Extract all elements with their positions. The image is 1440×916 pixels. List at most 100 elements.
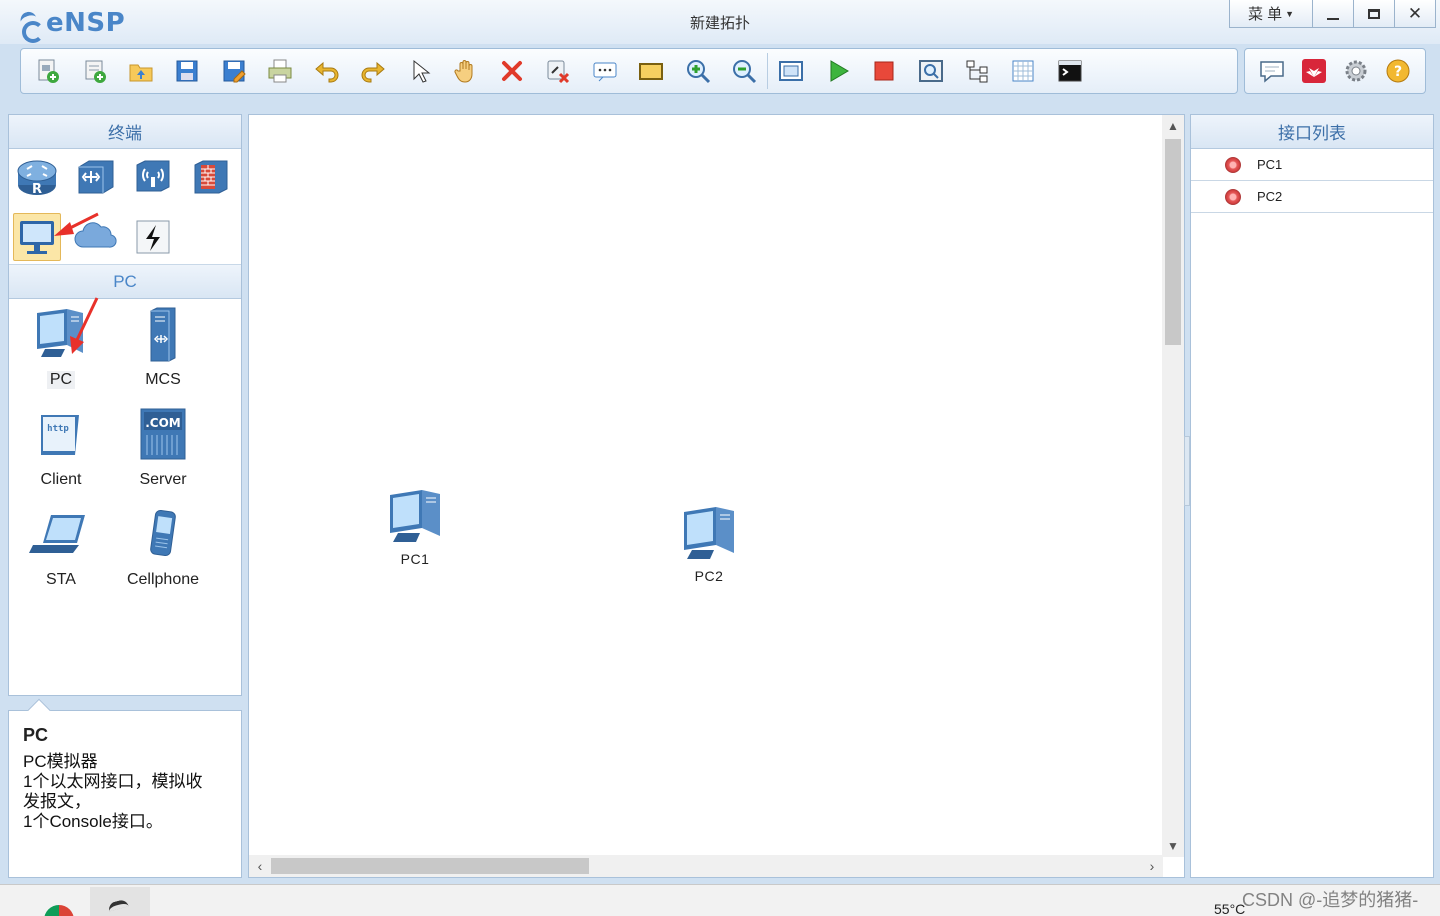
capture-button[interactable] xyxy=(907,49,953,93)
redo-button[interactable] xyxy=(350,49,396,93)
canvas-horizontal-scrollbar[interactable]: ‹ › xyxy=(249,855,1163,877)
menu-button[interactable]: 菜 单 ▼ xyxy=(1229,0,1313,28)
device-pc[interactable]: PC xyxy=(11,305,111,397)
chat-button[interactable] xyxy=(1251,49,1293,93)
device-subcategory-header: PC xyxy=(9,265,241,299)
help-button[interactable]: ? xyxy=(1377,49,1419,93)
svg-text:R: R xyxy=(32,182,42,197)
horizontal-scroll-thumb[interactable] xyxy=(271,858,589,874)
select-pointer-button[interactable] xyxy=(396,49,442,93)
start-device-icon xyxy=(830,60,849,82)
select-pointer-icon xyxy=(413,59,431,83)
mcs-device-icon xyxy=(150,307,176,362)
undo-button[interactable] xyxy=(303,49,349,93)
new-lab-icon xyxy=(85,60,106,83)
start-device-button[interactable] xyxy=(815,49,861,93)
category-firewall[interactable] xyxy=(187,153,235,201)
device-cellphone[interactable]: Cellphone xyxy=(113,505,213,597)
redo-icon xyxy=(361,61,385,83)
taskbar-ensp-button[interactable] xyxy=(90,887,150,916)
open-button[interactable] xyxy=(118,49,164,93)
device-panel-header: 终端 xyxy=(9,115,241,149)
minimize-icon xyxy=(1327,17,1339,20)
svg-text:.COM: .COM xyxy=(145,416,181,430)
rectangle-icon xyxy=(639,63,664,80)
vertical-scroll-thumb[interactable] xyxy=(1165,139,1181,345)
topology-canvas[interactable]: PC1 PC2 ▲ ▼ ‹ › xyxy=(248,114,1185,878)
interface-label: PC1 xyxy=(1257,157,1283,172)
capture-icon xyxy=(918,60,943,82)
os-taskbar: 55°C xyxy=(0,884,1440,916)
device-mcs[interactable]: MCS xyxy=(113,305,213,397)
scroll-down-icon[interactable]: ▼ xyxy=(1162,835,1184,857)
print-button[interactable] xyxy=(257,49,303,93)
grid-icon xyxy=(1012,60,1034,82)
topology-icon xyxy=(966,60,988,83)
stop-device-button[interactable] xyxy=(861,49,907,93)
help-icon: ? xyxy=(1386,59,1410,83)
scroll-right-icon[interactable]: › xyxy=(1141,855,1163,877)
interface-row-pc2[interactable]: PC2 xyxy=(1191,181,1433,213)
client-device-icon: http xyxy=(41,415,79,455)
ensp-taskbar-icon xyxy=(107,898,129,912)
sta-device-icon xyxy=(29,515,85,553)
node-label: PC1 xyxy=(400,551,430,567)
category-terminal[interactable] xyxy=(13,213,61,261)
device-description-panel: PC PC模拟器 1个以太网接口，模拟收 发报文， 1个Console接口。 xyxy=(8,698,242,878)
rectangle-button[interactable] xyxy=(628,49,674,93)
pan-hand-button[interactable] xyxy=(443,49,489,93)
settings-button[interactable] xyxy=(1335,49,1377,93)
close-button[interactable]: ✕ xyxy=(1394,0,1436,28)
zoom-out-button[interactable] xyxy=(721,49,767,93)
minimize-button[interactable] xyxy=(1312,0,1354,28)
firewall-icon xyxy=(194,160,228,194)
description-line: PC模拟器 xyxy=(23,752,98,771)
category-connection[interactable] xyxy=(129,213,177,261)
category-wlan[interactable] xyxy=(129,153,177,201)
save-button[interactable] xyxy=(164,49,210,93)
menu-dropdown-icon: ▼ xyxy=(1285,8,1295,19)
category-router[interactable]: R xyxy=(13,153,61,201)
text-label-icon xyxy=(593,62,617,82)
interface-label: PC2 xyxy=(1257,189,1283,204)
pan-hand-icon xyxy=(454,60,473,83)
connection-icon xyxy=(136,220,170,254)
pc-node-icon xyxy=(390,490,440,542)
canvas-vertical-scrollbar[interactable]: ▲ ▼ xyxy=(1162,115,1184,857)
new-lab-button[interactable] xyxy=(71,49,117,93)
device-client[interactable]: http Client xyxy=(11,405,111,497)
zoom-in-icon xyxy=(686,60,710,84)
taskbar-chrome-button[interactable] xyxy=(30,891,90,916)
grid-button[interactable] xyxy=(1000,49,1046,93)
interface-list-header: 接口列表 xyxy=(1191,115,1433,149)
delete-button[interactable] xyxy=(489,49,535,93)
delete-connection-button[interactable] xyxy=(535,49,581,93)
device-sta-label: STA xyxy=(46,571,76,588)
topology-node-pc2[interactable]: PC2 xyxy=(669,502,749,584)
device-sta[interactable]: STA xyxy=(11,505,111,597)
huawei-button[interactable] xyxy=(1293,49,1335,93)
topology-node-pc1[interactable]: PC1 xyxy=(375,485,455,567)
zoom-in-button[interactable] xyxy=(674,49,720,93)
text-label-button[interactable] xyxy=(582,49,628,93)
pc-node-icon xyxy=(684,507,734,559)
maximize-button[interactable] xyxy=(1353,0,1395,28)
scroll-up-icon[interactable]: ▲ xyxy=(1162,115,1184,137)
secondary-toolbar: ? xyxy=(1244,48,1426,94)
device-server[interactable]: .COM Server xyxy=(113,405,213,497)
console-button[interactable] xyxy=(1047,49,1093,93)
device-server-label: Server xyxy=(139,471,187,488)
category-switch[interactable] xyxy=(71,153,119,201)
topology-button[interactable] xyxy=(954,49,1000,93)
zoom-out-icon xyxy=(733,60,757,84)
save-as-button[interactable] xyxy=(211,49,257,93)
switch-icon xyxy=(78,160,114,194)
fit-view-button[interactable] xyxy=(768,49,814,93)
new-topology-icon xyxy=(38,59,60,83)
category-cloud[interactable] xyxy=(71,213,119,261)
new-topology-button[interactable] xyxy=(25,49,71,93)
scroll-left-icon[interactable]: ‹ xyxy=(249,855,271,877)
save-as-icon xyxy=(223,60,246,83)
menu-button-label: 菜 单 xyxy=(1247,6,1283,23)
interface-row-pc1[interactable]: PC1 xyxy=(1191,149,1433,181)
